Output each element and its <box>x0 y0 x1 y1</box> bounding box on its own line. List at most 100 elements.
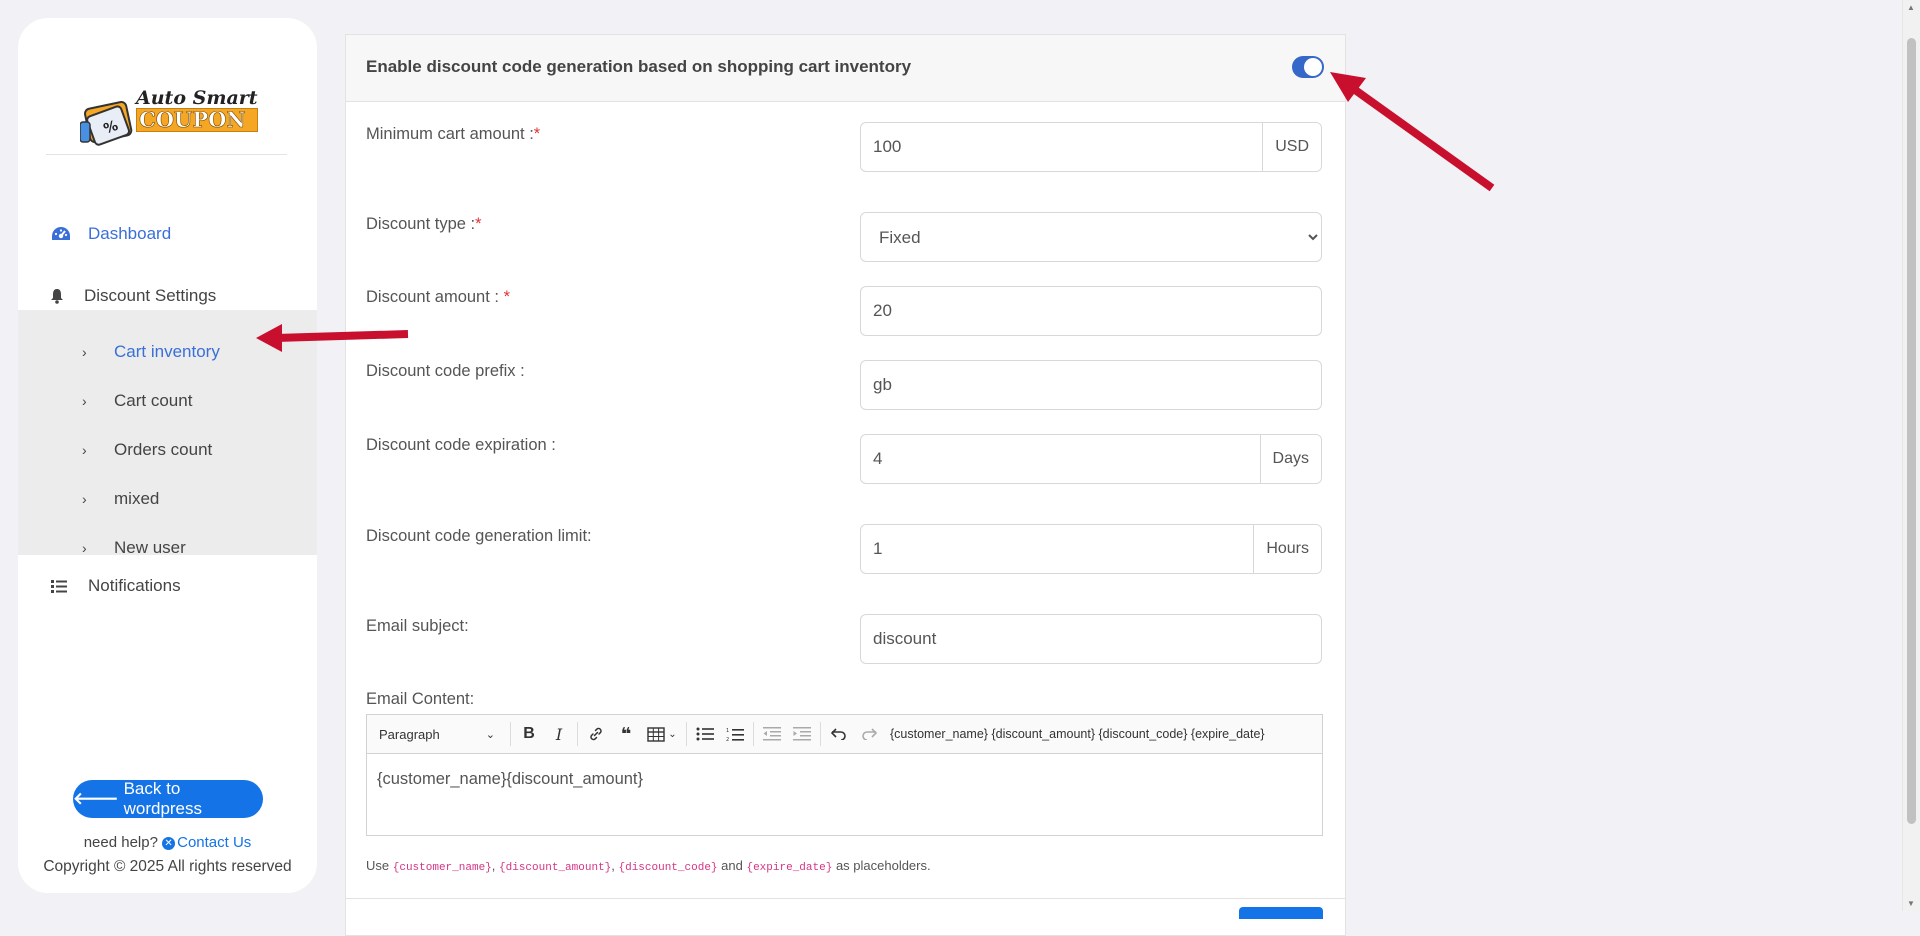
numbered-list-button[interactable]: 12 <box>720 719 750 749</box>
discount-type-label-text: Discount type : <box>366 215 476 233</box>
limit-field: Hours <box>860 524 1322 574</box>
sidebar-item-label: Notifications <box>88 576 181 595</box>
min-cart-label-text: Minimum cart amount : <box>366 125 534 143</box>
sidebar-subitem-orders-count[interactable]: › Orders count <box>18 428 317 472</box>
brand-line1: Auto Smart <box>136 87 258 109</box>
italic-button[interactable]: I <box>544 719 574 749</box>
link-button[interactable] <box>581 719 611 749</box>
paragraph-dropdown[interactable]: Paragraph ⌄ <box>367 727 507 742</box>
numbered-list-icon: 12 <box>726 728 744 742</box>
scrollbar-thumb[interactable] <box>1907 38 1916 824</box>
svg-text:1: 1 <box>726 728 729 734</box>
hint-code: {expire_date} <box>746 862 833 874</box>
discount-settings-submenu: › Cart inventory › Cart count › Orders c… <box>18 310 317 557</box>
discount-type-field: Fixed <box>860 212 1322 262</box>
back-to-wordpress-button[interactable]: 🡐 Back to wordpress <box>73 779 263 818</box>
help-text: need help? <box>83 834 158 851</box>
toolbar-placeholders[interactable]: {customer_name} {discount_amount} {disco… <box>890 727 1265 741</box>
toolbar-divider <box>686 722 687 746</box>
discount-type-select[interactable]: Fixed <box>861 213 1321 261</box>
chevron-right-icon: › <box>82 442 87 458</box>
annotation-arrow-toggle <box>1330 72 1495 192</box>
min-cart-label: Minimum cart amount :* <box>366 125 540 144</box>
sidebar-item-label: Dashboard <box>88 224 172 243</box>
sidebar-item-label: Discount Settings <box>84 286 217 305</box>
required-mark: * <box>533 125 541 143</box>
min-cart-field: USD <box>860 122 1322 172</box>
sidebar-item-notifications[interactable]: Notifications <box>18 563 317 609</box>
sidebar-subitem-cart-count[interactable]: › Cart count <box>18 379 317 423</box>
outdent-button[interactable] <box>757 719 787 749</box>
table-button[interactable]: ⌄ <box>641 719 683 749</box>
expiration-field: Days <box>860 434 1322 484</box>
discount-amount-input[interactable] <box>861 287 1321 335</box>
hours-suffix: Hours <box>1253 525 1321 573</box>
chevron-right-icon: › <box>82 393 87 409</box>
email-subject-input[interactable] <box>861 615 1321 663</box>
hint-comma: , <box>491 858 496 873</box>
bold-button[interactable]: B <box>514 719 544 749</box>
discount-amount-label: Discount amount : * <box>366 288 510 307</box>
outdent-icon <box>763 727 781 741</box>
required-mark: * <box>475 215 482 233</box>
required-mark: * <box>503 288 510 306</box>
limit-label: Discount code generation limit: <box>366 527 592 545</box>
chevron-right-icon: › <box>82 491 87 507</box>
undo-icon <box>831 728 846 740</box>
scroll-down-icon[interactable]: ▼ <box>1907 899 1915 908</box>
expiration-label: Discount code expiration : <box>366 436 556 454</box>
enable-toggle[interactable] <box>1292 56 1324 78</box>
email-content-editor: Paragraph ⌄ B I ❝ ⌄ 12 {customer_name} {… <box>366 714 1323 836</box>
toggle-knob <box>1304 58 1322 76</box>
chevron-right-icon: › <box>82 344 87 360</box>
redo-button[interactable] <box>854 719 884 749</box>
toolbar-divider <box>510 722 511 746</box>
sidebar-subitem-label: Cart count <box>114 391 193 410</box>
hint-code: {customer_name} <box>392 862 492 874</box>
indent-button[interactable] <box>787 719 817 749</box>
chevron-down-icon: ⌄ <box>668 728 677 740</box>
gauge-icon <box>50 223 72 245</box>
placeholder-hint: Use {customer_name}, {discount_amount}, … <box>366 858 931 874</box>
currency-suffix: USD <box>1262 123 1321 171</box>
redo-icon <box>862 728 877 740</box>
undo-button[interactable] <box>824 719 854 749</box>
bell-icon <box>46 285 68 307</box>
page-scrollbar[interactable]: ▲ ▼ <box>1902 0 1920 911</box>
bulleted-list-button[interactable] <box>690 719 720 749</box>
editor-content[interactable]: {customer_name}{discount_amount} <box>367 754 1322 805</box>
link-icon <box>590 727 602 741</box>
hint-code: {discount_code} <box>618 862 718 874</box>
sidebar-subitem-mixed[interactable]: › mixed <box>18 477 317 521</box>
prefix-input[interactable] <box>861 361 1321 409</box>
brand-name: Auto Smart COUPON <box>136 88 258 132</box>
sidebar-subitem-label: New user <box>114 538 186 557</box>
brand-line2: COUPON <box>136 108 258 132</box>
prefix-label: Discount code prefix : <box>366 362 525 380</box>
card-header: Enable discount code generation based on… <box>346 35 1345 102</box>
sidebar-subitem-label: Orders count <box>114 440 213 459</box>
indent-icon <box>793 727 811 741</box>
bulleted-list-icon <box>696 727 714 741</box>
contact-us-link[interactable]: ✕ Contact Us <box>162 834 251 851</box>
sidebar-item-dashboard[interactable]: Dashboard <box>18 211 317 257</box>
contact-label: Contact Us <box>177 834 252 851</box>
email-subject-field <box>860 614 1322 664</box>
toolbar-divider <box>753 722 754 746</box>
sidebar-subitem-cart-inventory[interactable]: › Cart inventory <box>18 330 317 374</box>
save-button-partial[interactable] <box>1239 907 1323 919</box>
scroll-up-icon[interactable]: ▲ <box>1907 3 1915 12</box>
back-button-label: Back to wordpress <box>123 779 203 818</box>
blockquote-button[interactable]: ❝ <box>611 719 641 749</box>
card-footer-divider <box>346 898 1345 899</box>
sidebar: % Auto Smart COUPON Dashboard Discount S… <box>18 18 317 893</box>
min-cart-input[interactable] <box>861 123 1263 171</box>
limit-input[interactable] <box>861 525 1254 573</box>
contact-icon: ✕ <box>162 836 176 850</box>
email-content-label: Email Content: <box>366 690 475 708</box>
svg-text:2: 2 <box>726 737 729 742</box>
discount-amount-field <box>860 286 1322 336</box>
paragraph-label: Paragraph <box>379 726 440 742</box>
expiration-input[interactable] <box>861 435 1260 483</box>
arrow-left-icon: 🡐 <box>73 789 119 808</box>
